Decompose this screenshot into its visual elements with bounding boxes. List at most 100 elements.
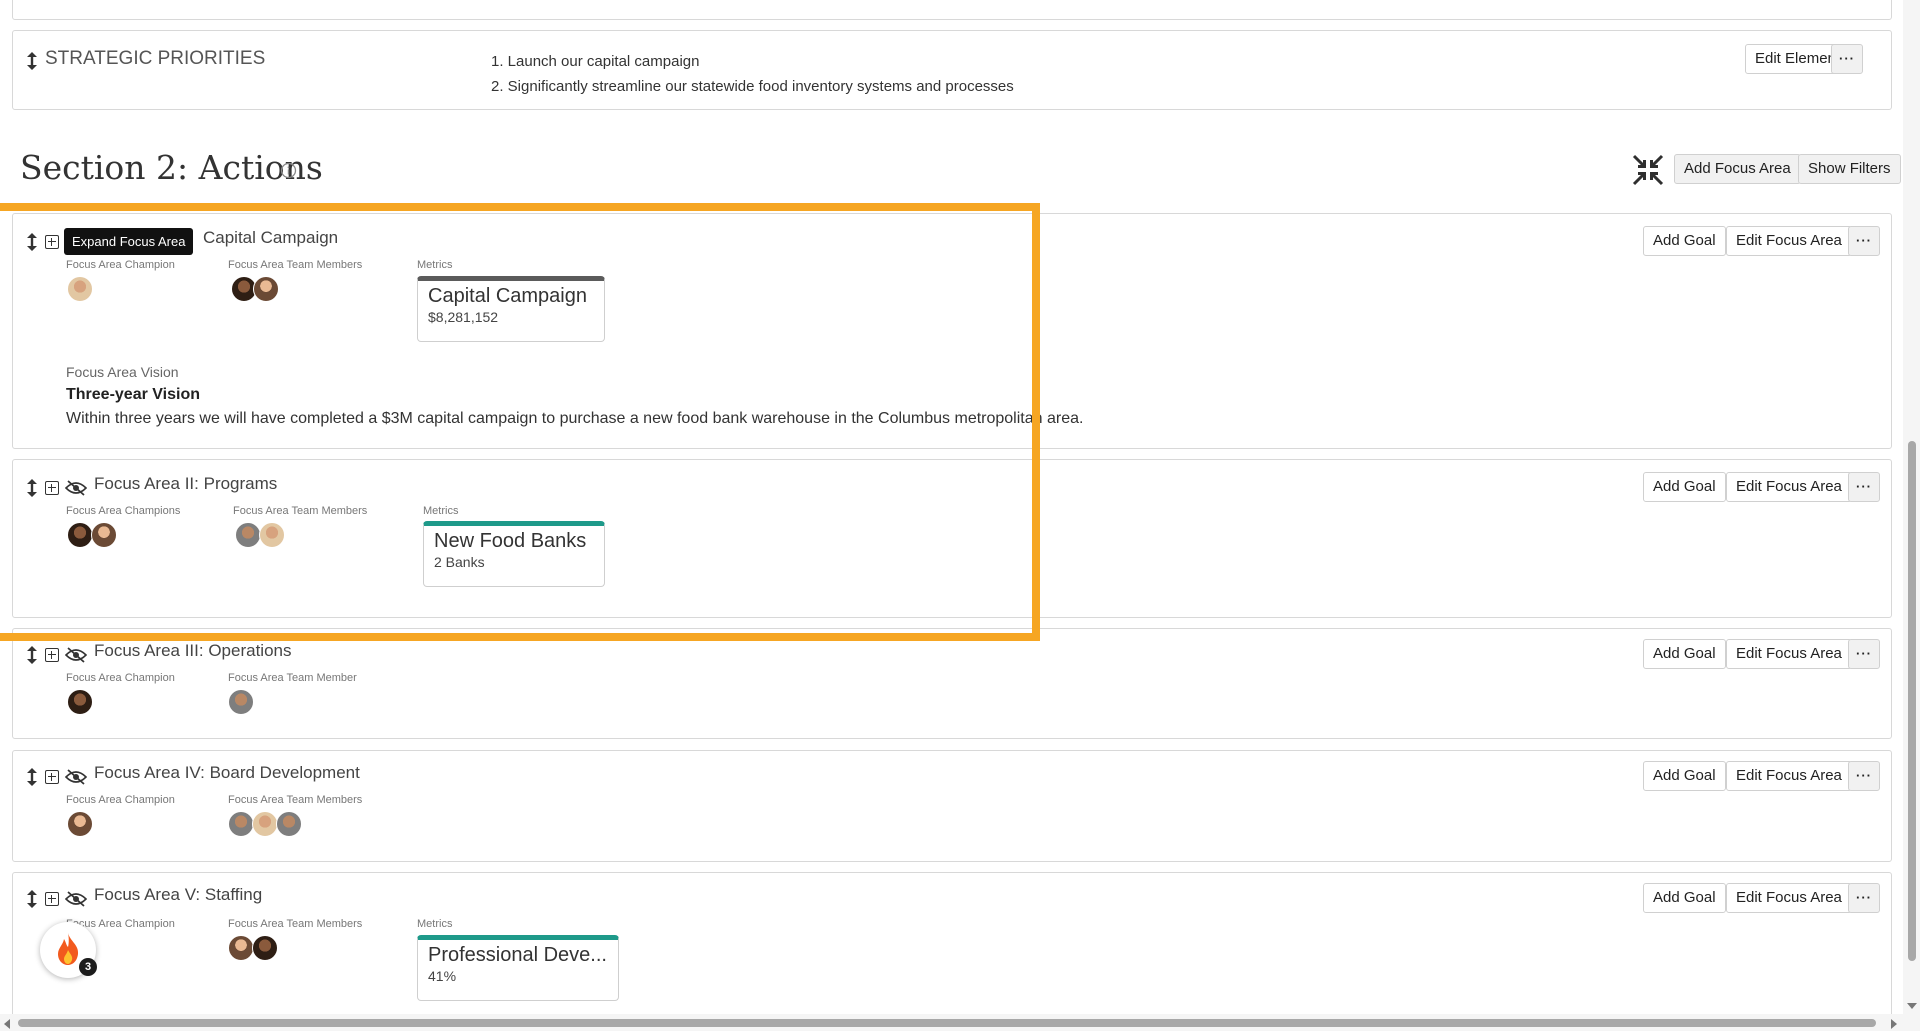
team-members-label: Focus Area Team Members bbox=[228, 918, 363, 930]
more-options-button[interactable]: ··· bbox=[1831, 44, 1863, 74]
focus-area-card: Focus Area III: Operations Focus Area Ch… bbox=[12, 628, 1892, 739]
avatar[interactable] bbox=[67, 522, 93, 548]
add-goal-button[interactable]: Add Goal bbox=[1643, 226, 1726, 256]
edit-focus-area-button[interactable]: Edit Focus Area bbox=[1726, 883, 1852, 913]
add-goal-button[interactable]: Add Goal bbox=[1643, 761, 1726, 791]
metric-value: 2 Banks bbox=[434, 554, 485, 570]
champion-label: Focus Area Champion bbox=[66, 794, 175, 806]
metric-value: $8,281,152 bbox=[428, 309, 499, 325]
expand-icon[interactable] bbox=[45, 481, 59, 495]
avatar[interactable] bbox=[67, 811, 93, 837]
scroll-down-arrow-icon[interactable] bbox=[1907, 1003, 1917, 1009]
tooltip: Expand Focus Area bbox=[64, 228, 194, 255]
focus-area-card: Focus Area II: Programs Focus Area Champ… bbox=[12, 459, 1892, 618]
scroll-thumb[interactable] bbox=[1908, 441, 1916, 961]
hidden-eye-icon[interactable] bbox=[65, 891, 87, 907]
focus-area-title[interactable]: Focus Area III: Operations bbox=[94, 641, 291, 661]
more-options-button[interactable]: ··· bbox=[1848, 226, 1880, 256]
focus-area-card: Focus Area IV: Board Development Focus A… bbox=[12, 750, 1892, 862]
more-options-button[interactable]: ··· bbox=[1848, 761, 1880, 791]
strategic-priorities-title: STRATEGIC PRIORITIES bbox=[45, 48, 266, 69]
avatar[interactable] bbox=[252, 935, 278, 961]
expand-icon[interactable] bbox=[45, 892, 59, 906]
avatar[interactable] bbox=[276, 811, 302, 837]
scroll-thumb[interactable] bbox=[18, 1019, 1876, 1027]
avatar[interactable] bbox=[91, 522, 117, 548]
edit-focus-area-button[interactable]: Edit Focus Area bbox=[1726, 639, 1852, 669]
add-focus-area-button[interactable]: Add Focus Area bbox=[1674, 154, 1801, 184]
add-goal-button[interactable]: Add Goal bbox=[1643, 472, 1726, 502]
metric-card[interactable]: Professional Deve... 41% bbox=[417, 935, 619, 1001]
drag-handle-icon[interactable] bbox=[25, 645, 39, 665]
focus-area-title[interactable]: Focus Area II: Programs bbox=[94, 474, 277, 494]
focus-area-title[interactable]: Capital Campaign bbox=[203, 228, 338, 248]
metric-card[interactable]: New Food Banks 2 Banks bbox=[423, 521, 605, 587]
avatar[interactable] bbox=[252, 811, 278, 837]
add-goal-button[interactable]: Add Goal bbox=[1643, 639, 1726, 669]
info-icon[interactable] bbox=[280, 162, 297, 179]
section-title: Section 2: Actions bbox=[20, 148, 323, 187]
metric-name: New Food Banks bbox=[434, 530, 587, 552]
drag-handle-icon[interactable] bbox=[25, 478, 39, 498]
avatar[interactable] bbox=[67, 689, 93, 715]
hidden-eye-icon[interactable] bbox=[65, 480, 87, 496]
more-options-button[interactable]: ··· bbox=[1848, 639, 1880, 669]
edit-focus-area-button[interactable]: Edit Focus Area bbox=[1726, 761, 1852, 791]
avatar[interactable] bbox=[228, 811, 254, 837]
priority-item: 1. Launch our capital campaign bbox=[491, 53, 700, 70]
team-members-label: Focus Area Team Members bbox=[228, 259, 363, 271]
more-options-button[interactable]: ··· bbox=[1848, 883, 1880, 913]
expand-icon[interactable] bbox=[45, 235, 59, 249]
hidden-eye-icon[interactable] bbox=[65, 769, 87, 785]
metric-value: 41% bbox=[428, 968, 457, 984]
focus-area-card: Focus Area V: Staffing Focus Area Champi… bbox=[12, 872, 1892, 1022]
collapse-all-icon[interactable] bbox=[1632, 154, 1664, 186]
focus-area-title[interactable]: Focus Area IV: Board Development bbox=[94, 763, 360, 783]
avatar[interactable] bbox=[228, 935, 254, 961]
champion-label: Focus Area Champion bbox=[66, 672, 175, 684]
more-options-button[interactable]: ··· bbox=[1848, 472, 1880, 502]
scroll-left-arrow-icon[interactable] bbox=[4, 1019, 10, 1029]
focus-area-card: Capital Campaign Focus Area Champion Foc… bbox=[12, 213, 1892, 449]
avatar[interactable] bbox=[67, 276, 93, 302]
vision-title: Three-year Vision bbox=[66, 386, 200, 403]
edit-focus-area-button[interactable]: Edit Focus Area bbox=[1726, 226, 1852, 256]
focus-area-title[interactable]: Focus Area V: Staffing bbox=[94, 885, 262, 905]
avatar[interactable] bbox=[235, 522, 261, 548]
metrics-label: Metrics bbox=[417, 918, 453, 930]
priority-item: 2. Significantly streamline our statewid… bbox=[491, 78, 1014, 95]
strategic-priorities-list: 1. Launch our capital campaign 2. Signif… bbox=[491, 49, 1014, 99]
champion-label: Focus Area Champion bbox=[66, 259, 175, 271]
champion-label: Focus Area Champions bbox=[66, 505, 181, 517]
strategic-priorities-card: STRATEGIC PRIORITIES 1. Launch our capit… bbox=[12, 30, 1892, 110]
team-members-label: Focus Area Team Members bbox=[228, 794, 363, 806]
metrics-label: Metrics bbox=[417, 259, 453, 271]
team-members-label: Focus Area Team Members bbox=[233, 505, 368, 517]
vertical-scrollbar[interactable] bbox=[1903, 0, 1920, 1031]
expand-icon[interactable] bbox=[45, 648, 59, 662]
scroll-right-arrow-icon[interactable] bbox=[1891, 1019, 1897, 1029]
avatar[interactable] bbox=[253, 276, 279, 302]
flame-icon bbox=[58, 933, 79, 965]
add-goal-button[interactable]: Add Goal bbox=[1643, 883, 1726, 913]
notification-widget[interactable]: 3 bbox=[40, 922, 97, 978]
drag-handle-icon[interactable] bbox=[25, 767, 39, 787]
hidden-eye-icon[interactable] bbox=[65, 647, 87, 663]
drag-handle-icon[interactable] bbox=[25, 889, 39, 909]
show-filters-button[interactable]: Show Filters bbox=[1798, 154, 1901, 184]
notification-count-badge: 3 bbox=[79, 958, 97, 976]
expand-icon[interactable] bbox=[45, 770, 59, 784]
edit-focus-area-button[interactable]: Edit Focus Area bbox=[1726, 472, 1852, 502]
avatar[interactable] bbox=[259, 522, 285, 548]
metrics-label: Metrics bbox=[423, 505, 459, 517]
avatar[interactable] bbox=[228, 689, 254, 715]
metric-card[interactable]: Capital Campaign $8,281,152 bbox=[417, 276, 605, 342]
team-members-label: Focus Area Team Member bbox=[228, 672, 357, 684]
vision-text: Within three years we will have complete… bbox=[66, 410, 1084, 427]
metric-name: Professional Deve... bbox=[428, 944, 607, 966]
metric-name: Capital Campaign bbox=[428, 285, 587, 307]
horizontal-scrollbar[interactable] bbox=[0, 1014, 1903, 1031]
drag-handle-icon[interactable] bbox=[25, 51, 39, 71]
previous-element-card bbox=[12, 0, 1892, 20]
drag-handle-icon[interactable] bbox=[25, 232, 39, 252]
